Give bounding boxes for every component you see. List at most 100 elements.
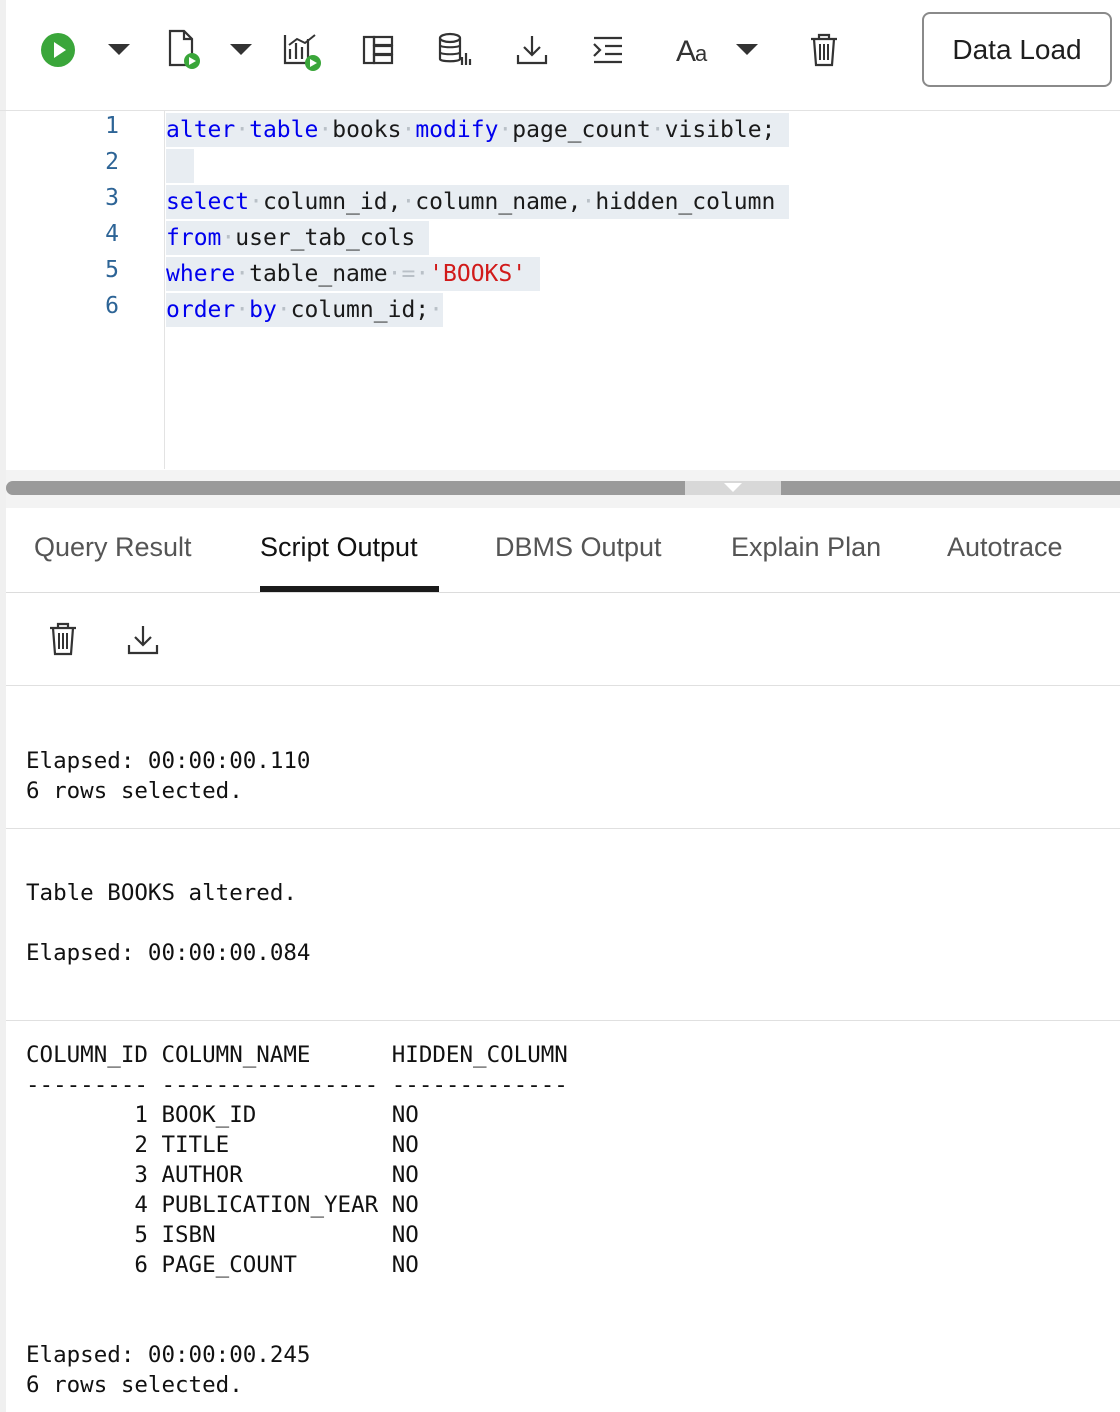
whitespace-marker: · — [318, 117, 333, 143]
output-toolbar — [6, 593, 1120, 686]
sql-keyword: select — [166, 189, 250, 215]
line-number: 6 — [105, 293, 119, 319]
whitespace-marker: · — [401, 189, 416, 215]
sql-editor[interactable]: 1 2 3 4 5 6 alter·table·books·modify·pag… — [6, 111, 1120, 469]
code-line[interactable] — [166, 149, 194, 183]
whitespace-marker: · — [581, 189, 596, 215]
whitespace-marker: · — [235, 117, 250, 143]
elapsed-text: Elapsed: 00:00:00.110 — [26, 748, 311, 774]
sql-keyword: table — [249, 117, 319, 143]
whitespace-marker: · — [235, 297, 250, 323]
tab-autotrace[interactable]: Autotrace — [947, 532, 1063, 563]
sql-keyword: from — [166, 225, 222, 251]
editor-toolbar: Aa Data Load — [0, 0, 1120, 111]
database-icon[interactable] — [434, 28, 474, 72]
line-number: 2 — [105, 149, 119, 175]
output-divider — [6, 828, 1120, 829]
sql-token: table_name — [249, 261, 388, 287]
sql-token: column_id, — [262, 189, 402, 215]
tab-query-result[interactable]: Query Result — [34, 532, 192, 563]
elapsed-text: Elapsed: 00:00:00.245 — [26, 1342, 311, 1368]
result-table-output: COLUMN_ID COLUMN_NAME HIDDEN_COLUMN ----… — [6, 1040, 1120, 1398]
svg-text:a: a — [695, 41, 708, 66]
code-line[interactable]: order·by·column_id;· — [166, 293, 444, 327]
tab-dbms-output[interactable]: DBMS Output — [495, 532, 662, 563]
output-block: Table BOOKS altered. Elapsed: 00:00:00.0… — [6, 878, 1120, 968]
output-tabs: Query Result Script Output DBMS Output E… — [6, 508, 1120, 593]
download-icon[interactable] — [126, 623, 160, 662]
sql-token: books — [332, 117, 402, 143]
whitespace-marker: · — [387, 261, 402, 287]
tab-explain-plan[interactable]: Explain Plan — [731, 532, 881, 563]
sql-keyword: where — [166, 261, 236, 287]
whitespace-marker: = — [401, 261, 416, 287]
collapse-arrow-icon[interactable] — [724, 483, 742, 492]
line-number: 3 — [105, 185, 119, 211]
format-icon[interactable] — [588, 28, 628, 72]
output-divider — [6, 1020, 1120, 1021]
sql-token: column_id; — [290, 297, 430, 323]
table-row: 1 BOOK_ID NO — [26, 1102, 419, 1128]
sql-string: 'BOOKS' — [429, 261, 527, 287]
sql-keyword: modify — [415, 117, 499, 143]
code-line[interactable]: from·user_tab_cols — [166, 221, 430, 255]
output-block: Elapsed: 00:00:00.110 6 rows selected. — [6, 746, 1120, 836]
sql-token: column_name, — [415, 189, 582, 215]
line-number-gutter: 1 2 3 4 5 6 — [6, 111, 165, 469]
elapsed-text: Elapsed: 00:00:00.084 — [26, 940, 311, 966]
download-icon[interactable] — [512, 28, 552, 72]
table-row: 4 PUBLICATION_YEAR NO — [26, 1192, 419, 1218]
whitespace-marker: · — [498, 117, 513, 143]
trash-icon[interactable] — [806, 28, 842, 72]
table-row: 2 TITLE NO — [26, 1132, 419, 1158]
svg-text:A: A — [676, 35, 696, 67]
pane-splitter[interactable] — [6, 470, 1120, 508]
whitespace-marker: · — [650, 117, 665, 143]
active-tab-indicator — [260, 586, 439, 592]
result-header: COLUMN_ID COLUMN_NAME HIDDEN_COLUMN — [26, 1042, 568, 1068]
whitespace-marker: · — [276, 297, 291, 323]
tab-script-output[interactable]: Script Output — [260, 532, 418, 563]
sql-token: hidden_column — [595, 189, 776, 215]
result-separator: --------- ---------------- ------------- — [26, 1072, 568, 1098]
code-line[interactable]: where·table_name·=·'BOOKS' — [166, 257, 540, 291]
code-line[interactable]: select·column_id,·column_name,·hidden_co… — [166, 185, 790, 219]
table-row: 5 ISBN NO — [26, 1222, 419, 1248]
sql-keyword: order — [166, 297, 236, 323]
table-altered-text: Table BOOKS altered. — [26, 880, 297, 906]
run-icon[interactable] — [38, 28, 78, 72]
line-number: 4 — [105, 221, 119, 247]
rows-selected-text: 6 rows selected. — [26, 1372, 243, 1398]
sql-token: visible; — [664, 117, 776, 143]
dropdown-arrow-icon[interactable] — [104, 28, 134, 72]
explain-plan-icon[interactable] — [280, 28, 324, 72]
sql-token: page_count — [512, 117, 651, 143]
whitespace-marker: · — [235, 261, 250, 287]
line-number: 5 — [105, 257, 119, 283]
font-icon[interactable]: Aa — [672, 28, 716, 72]
dropdown-arrow-icon[interactable] — [226, 28, 256, 72]
dropdown-arrow-icon[interactable] — [732, 28, 762, 72]
whitespace-marker: · — [415, 261, 430, 287]
sql-keyword: alter — [166, 117, 236, 143]
whitespace-marker: · — [401, 117, 416, 143]
line-number: 1 — [105, 113, 119, 139]
run-script-icon[interactable] — [160, 28, 204, 72]
rows-selected-text: 6 rows selected. — [26, 778, 243, 804]
table-row: 6 PAGE_COUNT NO — [26, 1252, 419, 1278]
whitespace-marker: · — [429, 297, 444, 323]
code-line[interactable]: alter·table·books·modify·page_count·visi… — [166, 113, 790, 147]
table-row: 3 AUTHOR NO — [26, 1162, 419, 1188]
whitespace-marker: · — [249, 189, 263, 215]
scrollbar-thumb[interactable] — [6, 481, 685, 495]
sql-token: user_tab_cols — [235, 225, 416, 251]
scrollbar-thumb[interactable] — [781, 481, 1120, 495]
autotrace-icon[interactable] — [358, 28, 398, 72]
data-load-button[interactable]: Data Load — [922, 12, 1112, 87]
whitespace-marker: · — [221, 225, 236, 251]
trash-icon[interactable] — [48, 621, 78, 662]
